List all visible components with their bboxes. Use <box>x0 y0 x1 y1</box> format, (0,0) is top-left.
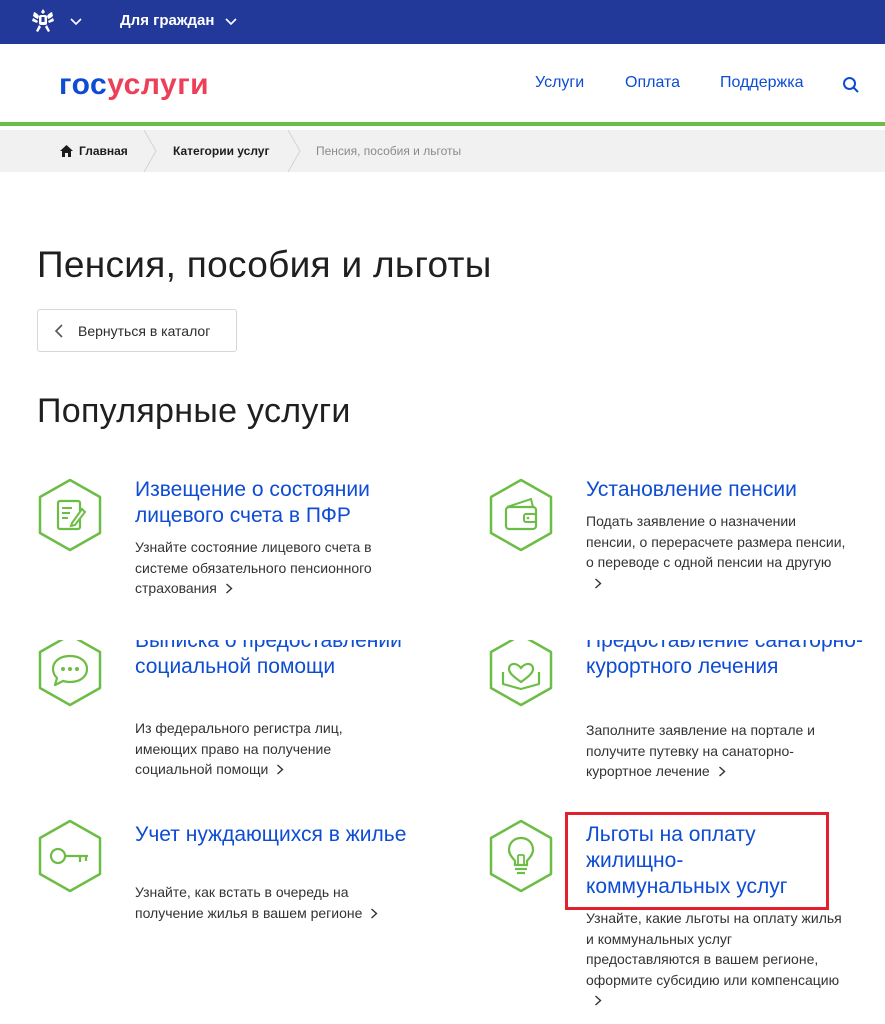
site-header: госуслуги Услуги Оплата Поддержка <box>0 44 885 126</box>
home-icon <box>60 145 73 157</box>
service-description: Подать заявление о назначении пенсии, о … <box>586 511 846 593</box>
service-description-text: Узнайте, как встать в очередь на получен… <box>135 884 363 921</box>
service-description-text: Подать заявление о назначении пенсии, о … <box>586 513 846 570</box>
breadcrumb: Главная Категории услуг Пенсия, пособия … <box>0 130 885 172</box>
search-icon[interactable] <box>842 76 860 94</box>
service-description: Узнайте, как встать в очередь на получен… <box>135 882 395 923</box>
russian-emblem-icon[interactable] <box>28 6 58 36</box>
breadcrumb-current: Пенсия, пособия и льготы <box>316 144 462 158</box>
citizens-label: Для граждан <box>120 12 215 29</box>
chevron-right-icon[interactable] <box>276 764 284 775</box>
service-title[interactable]: Льготы на оплату жилищно-коммунальных ус… <box>586 822 826 900</box>
nav-payment[interactable]: Оплата <box>625 74 680 92</box>
chevron-right-icon[interactable] <box>594 577 602 589</box>
service-description: Из федерального регистра лиц, имеющих пр… <box>135 718 385 780</box>
back-to-catalog-button[interactable]: Вернуться в каталог <box>37 309 237 352</box>
gosuslugi-logo[interactable]: госуслуги <box>59 70 209 100</box>
service-description: Узнайте, какие льготы на оплату жилья и … <box>586 908 846 1011</box>
chevron-right-icon[interactable] <box>225 583 233 594</box>
key-icon[interactable] <box>36 818 104 894</box>
nav-support[interactable]: Поддержка <box>720 74 803 92</box>
chevron-left-icon <box>54 323 63 338</box>
service-title[interactable]: Установление пенсии <box>586 477 876 503</box>
chat-bubble-icon[interactable] <box>36 632 104 708</box>
breadcrumb-categories[interactable]: Категории услуг <box>173 130 269 172</box>
logo-part-gos: гос <box>59 68 108 101</box>
logo-part-uslugi: услуги <box>107 68 210 101</box>
citizens-dropdown[interactable]: Для граждан <box>120 12 238 29</box>
breadcrumb-separator <box>287 130 301 172</box>
back-button-label: Вернуться в каталог <box>78 322 211 339</box>
lightbulb-icon[interactable] <box>487 818 555 894</box>
document-edit-icon[interactable] <box>36 477 104 553</box>
heart-hands-icon[interactable] <box>487 632 555 708</box>
service-description-text: Заполните заявление на портале и получит… <box>586 722 815 779</box>
service-description: Заполните заявление на портале и получит… <box>586 720 841 782</box>
breadcrumb-home-label: Главная <box>79 144 128 158</box>
service-description: Узнайте состояние лицевого счета в систе… <box>135 537 405 599</box>
top-bar: Для граждан <box>0 0 885 44</box>
section-title: Популярные услуги <box>37 392 351 430</box>
chevron-down-icon <box>225 17 238 25</box>
service-description-text: Узнайте, какие льготы на оплату жилья и … <box>586 910 842 988</box>
breadcrumb-separator <box>143 130 157 172</box>
page-title: Пенсия, пособия и льготы <box>37 244 492 285</box>
service-title[interactable]: Учет нуждающихся в жилье <box>135 822 425 848</box>
service-description-text: Из федерального регистра лиц, имеющих пр… <box>135 720 343 777</box>
nav-services[interactable]: Услуги <box>535 74 584 92</box>
sticky-area-mask <box>0 600 885 640</box>
service-description-text: Узнайте состояние лицевого счета в систе… <box>135 539 372 596</box>
chevron-down-icon[interactable] <box>69 14 83 28</box>
chevron-right-icon[interactable] <box>370 907 378 919</box>
chevron-right-icon[interactable] <box>594 995 602 1006</box>
wallet-icon[interactable] <box>487 477 555 553</box>
chevron-right-icon[interactable] <box>718 766 726 777</box>
service-title[interactable]: Извещение о состоянии лицевого счета в П… <box>135 477 425 529</box>
breadcrumb-home[interactable]: Главная <box>60 130 128 172</box>
